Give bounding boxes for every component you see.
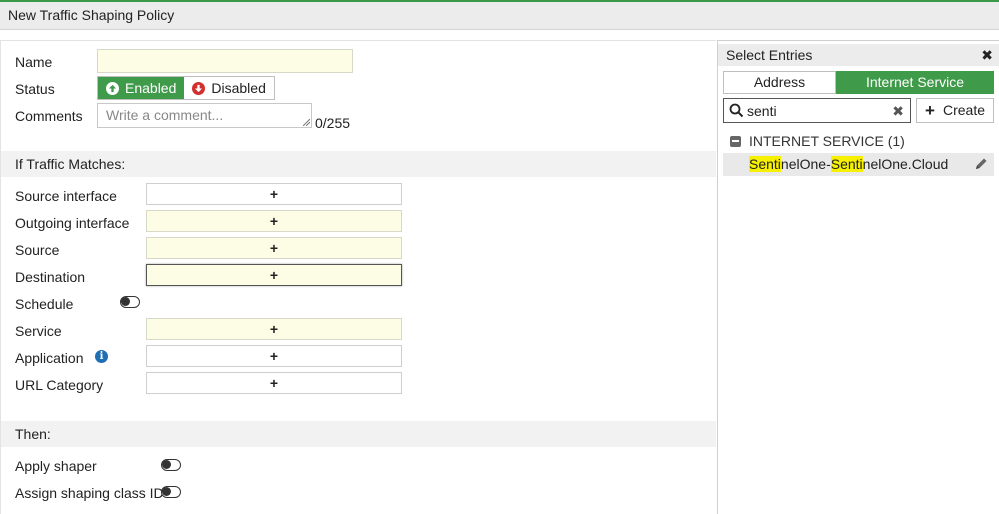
url-category-label: URL Category xyxy=(15,377,104,393)
tab-internet-service[interactable]: Internet Service xyxy=(836,71,994,94)
entry-highlight-1: Senti xyxy=(749,156,781,172)
section-then: Then: xyxy=(1,421,716,447)
arrow-down-circle-icon xyxy=(192,81,206,95)
source-interface-field[interactable]: + xyxy=(146,183,402,205)
application-field[interactable]: + xyxy=(146,345,402,367)
clear-icon[interactable]: ✖ xyxy=(892,102,904,120)
name-input[interactable] xyxy=(97,49,353,73)
apply-shaper-label: Apply shaper xyxy=(15,458,97,474)
status-label: Status xyxy=(15,81,55,97)
source-field[interactable]: + xyxy=(146,237,402,259)
entry-highlight-2: Senti xyxy=(830,156,863,172)
apply-shaper-toggle[interactable] xyxy=(161,459,181,471)
service-label: Service xyxy=(15,323,62,339)
comments-textarea[interactable]: Write a comment... xyxy=(97,103,312,128)
status-enabled-label: Enabled xyxy=(125,80,177,96)
arrow-up-circle-icon xyxy=(106,81,119,95)
source-interface-label: Source interface xyxy=(15,188,117,204)
source-label: Source xyxy=(15,242,60,258)
assign-class-toggle[interactable] xyxy=(161,486,181,498)
application-label: Application xyxy=(15,350,84,366)
url-category-field[interactable]: + xyxy=(146,372,402,394)
select-entries-panel: Select Entries ✖ Address Internet Servic… xyxy=(717,40,999,514)
assign-class-label: Assign shaping class ID xyxy=(15,485,164,501)
schedule-label: Schedule xyxy=(15,296,74,312)
plus-icon: + xyxy=(925,101,935,120)
entry-text-2: nelOne.Cloud xyxy=(862,156,949,172)
group-label: INTERNET SERVICE (1) xyxy=(749,133,905,149)
entry-text-1: nelOne- xyxy=(780,156,831,172)
search-icon xyxy=(729,103,744,118)
status-disabled-label: Disabled xyxy=(211,80,266,96)
policy-form: Name Status Enabled Disabled Comments Wr… xyxy=(0,40,716,514)
group-header[interactable]: INTERNET SERVICE (1) xyxy=(730,132,905,150)
page-title: New Traffic Shaping Policy xyxy=(0,2,999,30)
create-label: Create xyxy=(943,102,986,118)
section-traffic-matches: If Traffic Matches: xyxy=(1,151,716,177)
close-icon[interactable]: ✖ xyxy=(981,44,993,66)
service-field[interactable]: + xyxy=(146,318,402,340)
status-toggle-group: Enabled Disabled xyxy=(97,76,275,100)
comments-counter: 0/255 xyxy=(315,115,351,131)
schedule-toggle[interactable] xyxy=(120,296,140,308)
pencil-icon[interactable] xyxy=(974,157,988,171)
destination-field[interactable]: + xyxy=(146,264,402,286)
destination-label: Destination xyxy=(15,269,86,285)
status-disabled-button[interactable]: Disabled xyxy=(184,77,274,99)
resize-grip-icon[interactable] xyxy=(303,119,310,126)
name-label: Name xyxy=(15,54,53,70)
minus-icon[interactable] xyxy=(730,135,741,147)
comments-label: Comments xyxy=(15,108,83,124)
search-input[interactable]: senti ✖ xyxy=(723,98,911,123)
outgoing-interface-label: Outgoing interface xyxy=(15,215,130,231)
outgoing-interface-field[interactable]: + xyxy=(146,210,402,232)
search-value: senti xyxy=(747,103,777,119)
create-button[interactable]: + Create xyxy=(916,98,994,123)
info-icon[interactable]: i xyxy=(95,350,108,363)
list-item[interactable]: SentinelOne-SentinelOne.Cloud xyxy=(723,153,994,176)
tab-address[interactable]: Address xyxy=(723,71,836,94)
panel-title: Select Entries xyxy=(718,44,999,66)
status-enabled-button[interactable]: Enabled xyxy=(98,77,185,99)
comments-placeholder: Write a comment... xyxy=(106,107,224,123)
